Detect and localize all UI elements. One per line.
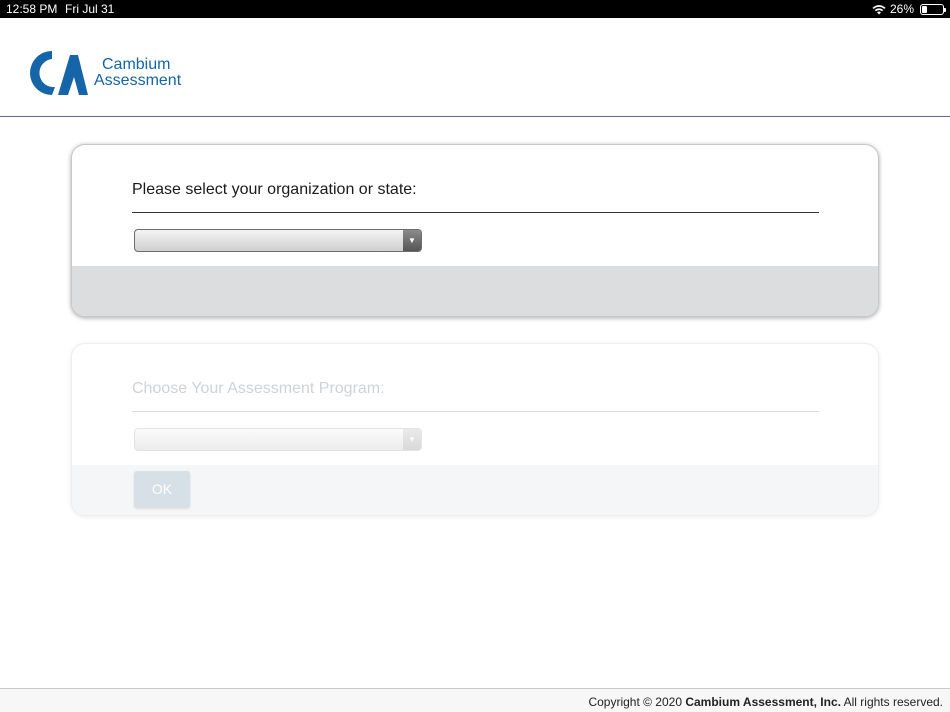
page-footer: Copyright © 2020 Cambium Assessment, Inc… [0,688,950,712]
logo-wordmark: Cambium Assessment [94,57,181,89]
program-panel-footer: OK [72,465,878,515]
copyright-company: Cambium Assessment, Inc. [685,695,841,709]
copyright-notice: Copyright © 2020 Cambium Assessment, Inc… [588,695,943,709]
program-select[interactable]: ▼ [134,428,422,451]
battery-icon [920,3,946,15]
company-logo: Cambium Assessment [28,49,181,97]
chevron-down-icon[interactable]: ▼ [403,230,421,251]
organization-panel-footer [72,266,878,316]
copyright-suffix: All rights reserved. [840,695,943,709]
ok-button[interactable]: OK [134,471,190,508]
page-header: Cambium Assessment [0,18,950,117]
status-indicators: 26% [872,2,946,16]
battery-percent: 26% [889,2,914,16]
chevron-down-icon[interactable]: ▼ [403,429,421,450]
cambium-logo-icon [30,51,88,95]
organization-panel: Please select your organization or state… [71,144,879,317]
status-time: 12:58 PM [6,2,58,16]
organization-select[interactable]: ▼ [134,229,422,252]
wifi-icon [872,4,886,14]
status-bar: 12:58 PM Fri Jul 31 26% [0,0,950,18]
program-panel: Choose Your Assessment Program: ▼ OK [71,343,879,516]
logo-line-1: Cambium [102,56,171,73]
divider [132,411,819,412]
copyright-prefix: Copyright © 2020 [588,695,686,709]
program-label: Choose Your Assessment Program: [132,380,385,397]
logo-line-2: Assessment [94,72,182,89]
status-date: Fri Jul 31 [65,2,115,16]
divider [132,212,819,213]
organization-label: Please select your organization or state… [132,181,417,198]
